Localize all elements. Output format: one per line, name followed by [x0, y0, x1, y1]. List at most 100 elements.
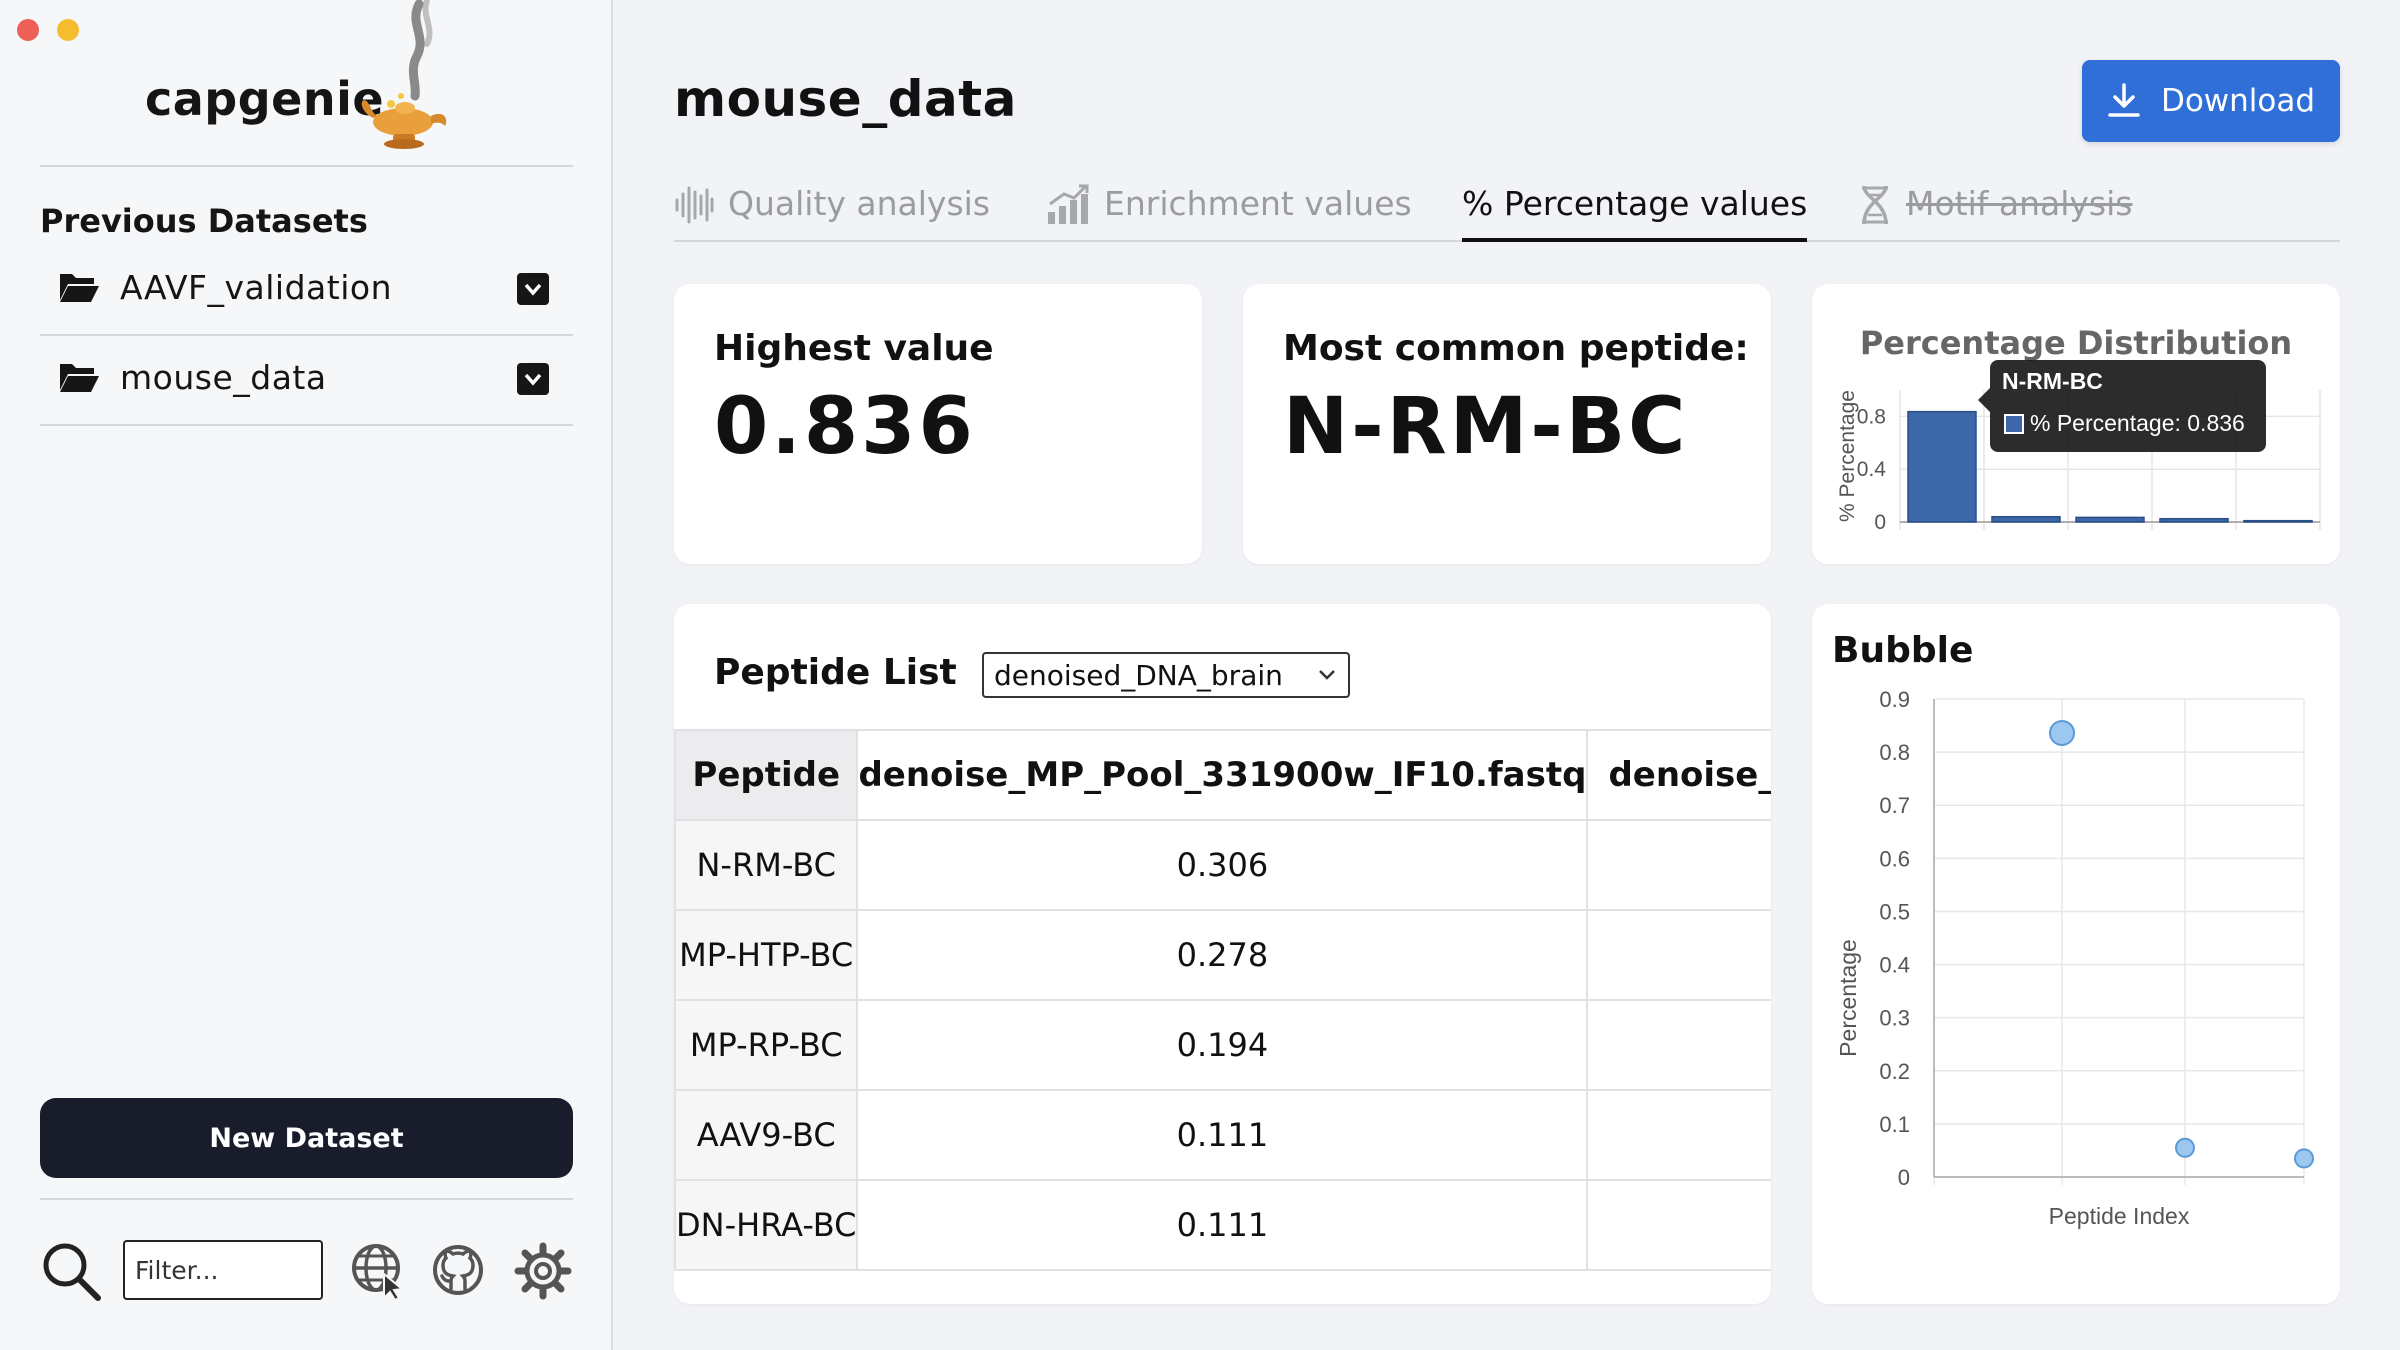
value-cell [1586, 819, 1771, 911]
peptide-cell: N-RM-BC [674, 819, 859, 911]
tab-enrichment-values[interactable]: Enrichment values [1046, 184, 1412, 240]
folder-open-icon [60, 274, 99, 302]
highest-value: 0.836 [714, 382, 976, 472]
table-row[interactable]: DN-HRA-BC 0.111 [674, 1179, 1771, 1271]
peptide-cell: MP-RP-BC [674, 999, 859, 1091]
value-cell [1586, 1089, 1771, 1181]
waveform-icon [675, 186, 714, 224]
settings-gear-icon[interactable] [514, 1242, 572, 1300]
dataset-item-mouse-data[interactable]: mouse_data [40, 336, 573, 424]
y-tick-label: 0.2 [1879, 1059, 1910, 1084]
chevron-down-icon[interactable] [517, 273, 549, 305]
active-tab-indicator [1462, 238, 1808, 242]
bubble-chart[interactable]: 0 0.1 0.2 0.3 0.4 0.5 0.6 0.7 0.8 0.9 Peptide Inde… [1812, 604, 2340, 1304]
brand-logo: capgenie [145, 0, 475, 162]
sidebar-divider [40, 1198, 573, 1200]
chevron-down-icon[interactable] [517, 363, 549, 395]
common-peptide-card: Most common peptide: N-RM-BC [1243, 284, 1771, 564]
table-row[interactable]: MP-HTP-BC 0.278 [674, 909, 1771, 1001]
y-tick-label: 0 [1898, 1165, 1910, 1190]
column-header[interactable]: denoise_MP_Pool_331900w_IF10.fastq [856, 729, 1589, 821]
filter-input[interactable] [123, 1240, 323, 1300]
value-cell: 0.278 [856, 909, 1589, 1001]
value-cell [1586, 1179, 1771, 1271]
column-header[interactable]: denoise_ [1586, 729, 1771, 821]
bar [2075, 516, 2145, 523]
tab-label: Motif analysis [1906, 184, 2133, 223]
value-cell [1586, 909, 1771, 1001]
y-tick-label: 0.1 [1879, 1112, 1910, 1137]
tab-percentage-values[interactable]: % Percentage values [1462, 184, 1808, 242]
common-peptide-label: Most common peptide: [1283, 328, 1749, 369]
common-peptide-value: N-RM-BC [1283, 382, 1689, 472]
y-tick-label: 0.4 [1879, 953, 1910, 978]
chevron-down-icon [1319, 670, 1335, 680]
tab-motif-analysis[interactable]: Motif analysis [1858, 184, 2133, 240]
tab-quality-analysis[interactable]: Quality analysis [674, 184, 990, 240]
window-minimize-button[interactable] [57, 19, 79, 41]
page-title: mouse_data [674, 70, 1017, 128]
y-tick-label: 0.5 [1879, 899, 1910, 924]
dataset-label: mouse_data [120, 358, 327, 397]
sample-select-value: denoised_DNA_brain [994, 658, 1283, 692]
search-icon[interactable] [40, 1240, 102, 1302]
table-row[interactable]: N-RM-BC 0.306 [674, 819, 1771, 911]
bubble-chart-card: Bubble 0 0.1 0.2 0.3 0.4 0.5 0.6 0.7 0.8 0.9 Pepti… [1812, 604, 2340, 1304]
peptide-table: Peptide denoise_MP_Pool_331900w_IF10.fas… [674, 729, 1771, 1271]
globe-cursor-icon[interactable] [350, 1242, 408, 1300]
tooltip-title: N-RM-BC [2002, 368, 2103, 394]
bar [1907, 410, 1977, 523]
sample-select[interactable]: denoised_DNA_brain [982, 652, 1350, 698]
chart-tooltip: N-RM-BC % Percentage: 0.836 [1978, 360, 2266, 452]
tab-label: % Percentage values [1462, 184, 1808, 223]
column-header[interactable]: Peptide [674, 729, 859, 821]
data-point [2175, 1137, 2195, 1158]
highest-value-card: Highest value 0.836 [674, 284, 1202, 564]
value-cell: 0.111 [856, 1089, 1589, 1181]
download-icon [2108, 83, 2140, 117]
tab-bar: Quality analysis Enrichment values % Per… [674, 180, 2340, 242]
y-axis-label: % Percentage [1836, 390, 1859, 522]
y-tick-label: 0.8 [1879, 740, 1910, 765]
data-point [2294, 1148, 2314, 1169]
genie-lamp-icon [361, 0, 447, 149]
peptide-cell: MP-HTP-BC [674, 909, 859, 1001]
tab-label: Quality analysis [728, 184, 991, 223]
y-tick-label: 0.6 [1879, 846, 1910, 871]
sidebar-divider [40, 165, 573, 167]
value-cell: 0.111 [856, 1179, 1589, 1271]
y-axis-label: Percentage [1835, 939, 1861, 1057]
sidebar-divider [40, 424, 573, 426]
new-dataset-button[interactable]: New Dataset [40, 1098, 573, 1178]
table-row[interactable]: MP-RP-BC 0.194 [674, 999, 1771, 1091]
dataset-label: AAVF_validation [120, 268, 392, 307]
y-tick-label: 0.7 [1879, 793, 1910, 818]
tooltip-caret [1978, 388, 1990, 412]
bar [1991, 515, 2061, 523]
y-tick-label: 0.8 [1857, 405, 1886, 428]
bar [2159, 517, 2229, 523]
github-icon[interactable] [432, 1244, 484, 1296]
window-close-button[interactable] [17, 19, 39, 41]
value-cell: 0.194 [856, 999, 1589, 1091]
data-point [2049, 719, 2075, 746]
sidebar-toolbar [40, 1236, 573, 1306]
bar-chart-icon [1048, 184, 1089, 224]
peptide-cell: DN-HRA-BC [674, 1179, 859, 1271]
table-row[interactable]: AAV9-BC 0.111 [674, 1089, 1771, 1181]
y-tick-label: 0.9 [1879, 687, 1910, 712]
download-button[interactable]: Download [2082, 60, 2340, 142]
table-header-row: Peptide denoise_MP_Pool_331900w_IF10.fas… [674, 729, 1771, 821]
y-tick-label: 0 [1874, 511, 1886, 534]
peptide-list-title: Peptide List [714, 652, 957, 693]
tooltip-text: % Percentage: 0.836 [2030, 410, 2245, 436]
tab-label: Enrichment values [1104, 184, 1412, 223]
value-cell: 0.306 [856, 819, 1589, 911]
peptide-list-card: Peptide List denoised_DNA_brain Peptide … [674, 604, 1771, 1304]
y-tick-label: 0.4 [1857, 458, 1887, 481]
dna-icon [1862, 185, 1888, 225]
previous-datasets-heading: Previous Datasets [40, 202, 368, 240]
brand-name: capgenie [145, 72, 385, 126]
dataset-item-aavf-validation[interactable]: AAVF_validation [40, 246, 573, 334]
download-label: Download [2160, 83, 2316, 119]
